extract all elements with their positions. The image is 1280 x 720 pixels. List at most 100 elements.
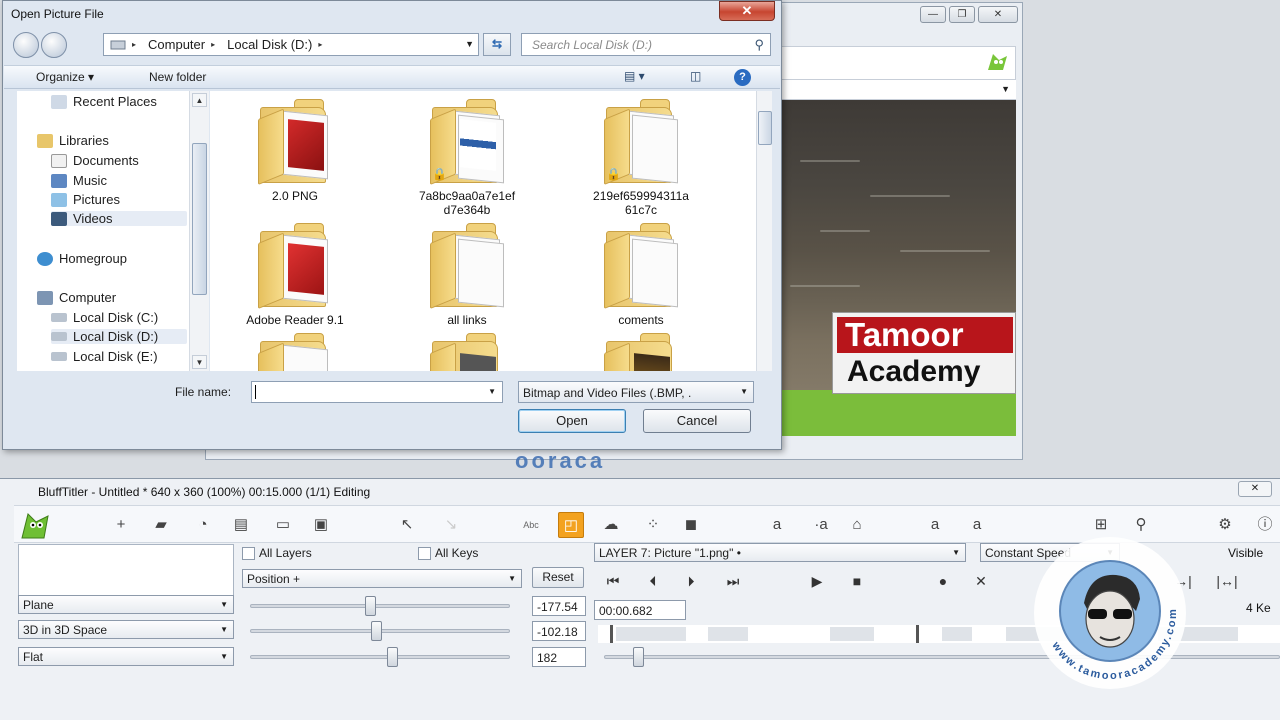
keyframe-marker[interactable] [916,625,919,643]
go-to-start-icon[interactable]: ⏮ [598,573,628,590]
folder-item[interactable] [566,331,716,371]
delete-key-icon[interactable]: ✕ [966,573,996,590]
refresh-button[interactable]: ⇆ [483,33,511,56]
scroll-up-icon[interactable]: ▲ [192,93,207,107]
clock-icon[interactable]: ◔ [190,512,216,538]
folder-item[interactable]: Adobe Reader 9.1 [220,221,370,327]
scroll-thumb[interactable] [192,143,207,295]
nav-disk-d[interactable]: Local Disk (D:) [51,329,187,344]
breadcrumb-local-disk-d[interactable]: Local Disk (D:) ▸ [221,37,328,52]
cancel-button[interactable]: Cancel [643,409,751,433]
font-dot-a-icon[interactable]: ·a [808,512,834,538]
go-to-end-icon[interactable]: ⏭ [718,573,748,590]
shading-select[interactable]: Flat ▼ [18,647,234,666]
import-icon[interactable]: ▭ [270,512,296,538]
gear-icon[interactable]: ⚙ [1212,512,1238,538]
nav-libraries[interactable]: Libraries [37,133,109,148]
layer-type-select[interactable]: Plane ▼ [18,595,234,614]
preview-dropdown[interactable]: ▼ [780,80,1016,100]
font-sub-a-icon[interactable]: a [922,512,948,538]
font-aa-icon[interactable]: a [964,512,990,538]
text-tool-icon[interactable]: Abc [518,512,544,538]
preview-pane-icon[interactable]: ◫ [690,69,701,83]
nav-disk-e[interactable]: Local Disk (E:) [51,349,158,364]
particles-icon[interactable]: ⁘ [640,512,666,538]
nav-videos[interactable]: Videos [51,211,187,226]
new-folder-button[interactable]: New folder [149,70,206,84]
current-time-input[interactable]: 00:00.682 [594,600,686,620]
nav-documents[interactable]: Documents [51,153,139,168]
folder-item[interactable]: coments [566,221,716,327]
close-button[interactable]: ✕ [978,6,1018,23]
nav-music[interactable]: Music [51,173,107,188]
view-options-icon[interactable]: ▤ ▾ [624,69,645,83]
key-stretch-icon[interactable]: |↔| [1212,573,1242,589]
shape-layer-icon[interactable]: ☁ [598,512,624,538]
x-slider[interactable] [250,596,510,616]
folder-item[interactable] [392,331,542,371]
open-file-icon[interactable]: ▰ [148,512,174,538]
font-house-icon[interactable]: ⌂ [844,512,870,538]
folder-item[interactable]: 🔒 7a8bc9aa0a7e1ef d7e364b [392,97,542,217]
chevron-down-icon[interactable]: ▼ [488,387,496,396]
file-name-input[interactable]: ▼ [251,381,503,403]
space-select[interactable]: 3D in 3D Space ▼ [18,620,234,639]
all-layers-checkbox[interactable]: All Layers [242,546,312,560]
breadcrumb-computer[interactable]: Computer ▸ [142,37,221,52]
x-value-input[interactable]: -177.54 [532,596,586,616]
folder-item[interactable]: all links [392,221,542,327]
all-keys-checkbox[interactable]: All Keys [418,546,478,560]
address-bar[interactable]: ▸ Computer ▸ Local Disk (D:) ▸ ▼ [103,33,479,56]
y-value-input[interactable]: -102.18 [532,621,586,641]
nav-disk-c[interactable]: Local Disk (C:) [51,310,158,325]
file-scrollbar[interactable] [756,91,772,371]
minimize-button[interactable]: — [920,6,946,23]
z-slider[interactable] [250,647,510,667]
help-icon[interactable]: ? [734,69,751,86]
nav-computer[interactable]: Computer [37,290,116,305]
nav-pictures[interactable]: Pictures [51,192,120,207]
nav-homegroup[interactable]: Homegroup [37,251,127,266]
maximize-button[interactable]: ❐ [949,6,975,23]
keyframe-marker[interactable] [610,625,613,643]
forward-button[interactable] [41,32,67,58]
info-icon[interactable]: ⓘ [1252,512,1278,538]
reset-button[interactable]: Reset [532,567,584,588]
next-key-icon[interactable]: ⏵ [676,573,706,590]
z-value-input[interactable]: 182 [532,647,586,667]
search-input[interactable]: Search Local Disk (D:) ⚲ [521,33,771,56]
window-close-button[interactable]: ✕ [1238,481,1272,497]
cube-icon[interactable]: ◼ [678,512,704,538]
open-button[interactable]: Open [518,409,626,433]
layer-select[interactable]: LAYER 7: Picture "1.png" • ▼ [594,543,966,562]
font-a-icon[interactable]: a [764,512,790,538]
picture-layer-icon[interactable]: ◰ [558,512,584,538]
save-icon[interactable]: ▣ [308,512,334,538]
play-icon[interactable]: ▶ [802,573,832,590]
scrubber-knob[interactable] [633,647,644,667]
cursor-icon[interactable]: ↖ [394,512,420,538]
add-layer-icon[interactable]: + [108,512,134,538]
slider-knob[interactable] [387,647,398,667]
layers-icon[interactable]: ▤ [228,512,254,538]
property-select[interactable]: Position + ▼ [242,569,522,588]
folder-item[interactable]: 2.0 PNG [220,97,370,203]
folder-item[interactable] [220,331,370,371]
nav-recent-places[interactable]: Recent Places [51,94,157,109]
y-slider[interactable] [250,621,510,641]
blufftitler-mascot-icon[interactable] [18,508,52,542]
record-key-icon[interactable]: ● [928,573,958,589]
folder-item[interactable]: 🔒 219ef659994311a 61c7c [566,97,716,217]
search-icon[interactable]: ⚲ [754,37,764,53]
scroll-thumb[interactable] [758,111,772,145]
slider-knob[interactable] [371,621,382,641]
stop-icon[interactable]: ■ [842,573,872,589]
organize-button[interactable]: Organize ▾ [36,70,94,84]
back-button[interactable] [13,32,39,58]
file-type-select[interactable]: Bitmap and Video Files (.BMP, . ▼ [518,381,754,403]
previous-key-icon[interactable]: ⏴ [638,573,668,590]
address-dropdown-icon[interactable]: ▼ [465,39,474,49]
dialog-close-button[interactable]: ✕ [719,1,775,21]
scroll-down-icon[interactable]: ▼ [192,355,207,369]
nav-scrollbar[interactable]: ▲ ▼ [189,91,209,371]
